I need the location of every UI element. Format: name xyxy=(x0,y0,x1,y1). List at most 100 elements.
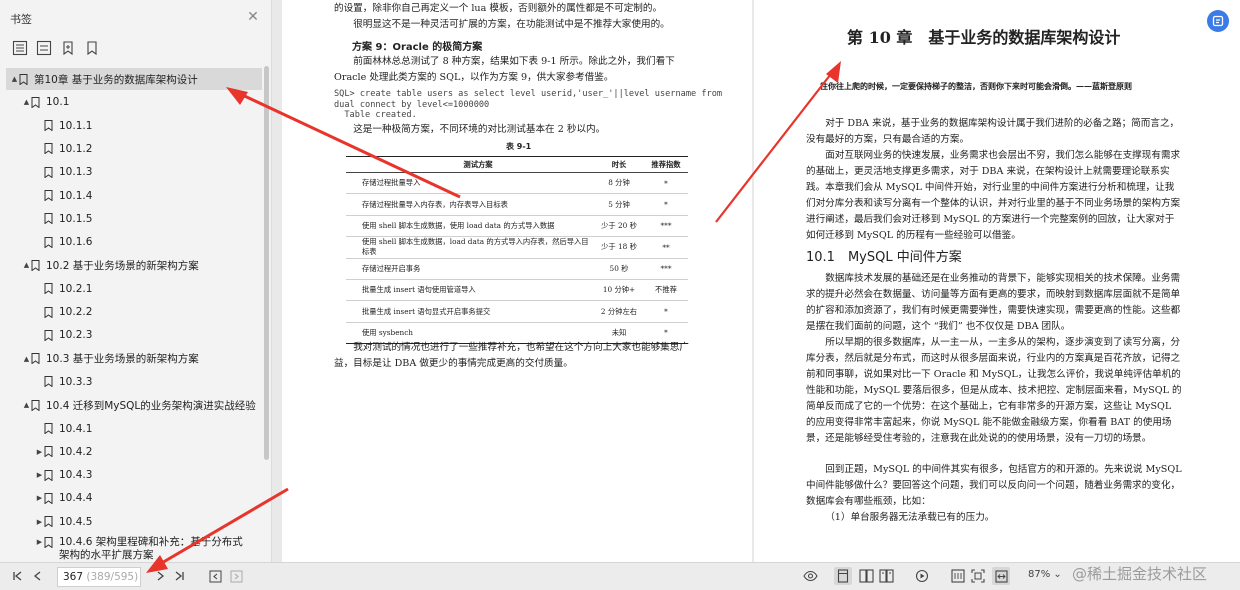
table-row: 使用 shell 脚本生成数据，load data 的方式导入内存表，然后导入目… xyxy=(346,236,688,259)
bookmark-label: 10.4.5 xyxy=(59,515,93,528)
expand-toggle-icon[interactable]: ▶ xyxy=(35,494,44,502)
fit-page-icon[interactable] xyxy=(970,568,986,584)
bookmark-item[interactable]: ▶ 10.4.5 xyxy=(0,511,262,533)
bookmark-item[interactable]: ▲ 第10章 基于业务的数据库架构设计 xyxy=(6,68,262,90)
table-cell: 批量生成 insert 语句显式开启事务提交 xyxy=(346,300,594,323)
expand-toggle-icon[interactable]: ▶ xyxy=(35,448,44,456)
bookmark-icon xyxy=(44,143,53,155)
next-page-icon[interactable] xyxy=(152,568,168,584)
table-cell: 使用 shell 脚本生成数据，load data 的方式导入内存表，然后导入目… xyxy=(346,236,594,259)
bookmark-label: 10.1 xyxy=(46,96,70,109)
bookmark-item[interactable]: ▶ 10.4.6 架构里程碑和补充：基于分布式架构的水平扩展方案 xyxy=(0,534,262,562)
bookmark-item[interactable]: 10.2.3 xyxy=(0,324,262,346)
table-header-row: 测试方案 时长 推荐指数 xyxy=(346,156,688,173)
bookmark-item[interactable]: ▲ 10.3 基于业务场景的新架构方案 xyxy=(0,348,262,370)
expand-toggle-icon[interactable]: ▲ xyxy=(22,261,31,269)
chapter-title: 第 10 章 基于业务的数据库架构设计 xyxy=(847,28,1121,47)
table-cell: * xyxy=(644,300,688,323)
expand-toggle-icon[interactable]: ▲ xyxy=(22,98,31,106)
table-cell: 少于 20 秒 xyxy=(594,215,644,238)
bookmark-icon xyxy=(44,190,53,201)
bookmark-icon xyxy=(31,96,40,108)
bookmark-item[interactable]: ▲ 10.2 基于业务场景的新架构方案 xyxy=(0,254,262,276)
expand-toggle-icon[interactable]: ▶ xyxy=(35,538,44,546)
bookmark-item[interactable]: 10.3.3 xyxy=(0,371,262,393)
assistant-icon xyxy=(1212,15,1224,27)
list-item: （1）单台服务器无法承载已有的压力。 xyxy=(825,512,995,523)
close-icon[interactable]: ✕ xyxy=(246,10,260,24)
table-row: 批量生成 insert 语句显式开启事务提交 2 分钟左右 * xyxy=(346,300,688,323)
bookmark-item[interactable]: 10.4.1 xyxy=(0,418,262,440)
page-paragraph: 面对互联网业务的快速发展，业务需求也会层出不穷，我们怎么能够在支撑现有需求的基础… xyxy=(806,150,1181,241)
expand-toggle-icon[interactable]: ▲ xyxy=(22,355,31,363)
chevron-down-icon: ⌄ xyxy=(1053,569,1062,580)
bookmark-icon xyxy=(44,446,53,458)
zoom-level[interactable]: 87% ⌄ xyxy=(1028,569,1062,580)
left-page: 的设置，除非你自己再定义一个 lua 模板，否则额外的属性都是不可定制的。 很明… xyxy=(282,0,752,562)
bookmark-label: 10.4.6 架构里程碑和补充：基于分布式架构的水平扩展方案 xyxy=(59,536,243,561)
table-caption: 表 9-1 xyxy=(506,142,532,151)
prev-page-icon[interactable] xyxy=(30,568,46,584)
assistant-button[interactable] xyxy=(1207,10,1229,32)
expand-toggle-icon[interactable]: ▶ xyxy=(35,518,44,526)
bookmark-item[interactable]: 10.2.1 xyxy=(0,278,262,300)
bookmark-label: 10.2.2 xyxy=(59,306,93,318)
pdf-reader-window: 书签 ✕ ▲ 第10章 基于业务的数据库架构设计 ▲ 10.1 10.1.1 10.1.2… xyxy=(0,0,1240,590)
first-page-icon[interactable] xyxy=(10,568,26,584)
bookmark-icon xyxy=(31,399,40,411)
bookmark-label: 10.4.1 xyxy=(59,422,93,435)
bookmark-item[interactable]: ▶ 10.4.2 xyxy=(0,441,262,463)
bookmark-item[interactable]: 10.1.6 xyxy=(0,231,262,253)
bookmark-label: 10.3.3 xyxy=(59,375,93,388)
table-cell: *** xyxy=(644,258,688,280)
bookmark-item[interactable]: ▲ 10.1 xyxy=(0,91,262,113)
bookmark-item[interactable]: 10.1.5 xyxy=(0,208,262,230)
book-view-icon[interactable] xyxy=(878,568,894,584)
bookmark-icon xyxy=(44,469,53,481)
bookmark-icon xyxy=(31,353,40,365)
bookmark-label: 10.1.6 xyxy=(59,236,93,249)
bookmarks-sidebar: 书签 ✕ ▲ 第10章 基于业务的数据库架构设计 ▲ 10.1 10.1.1 10.1.2… xyxy=(0,0,272,562)
expand-all-icon[interactable] xyxy=(12,40,28,56)
expand-toggle-icon[interactable]: ▲ xyxy=(10,75,19,83)
bookmark-item[interactable]: ▶ 10.4.3 xyxy=(0,464,262,486)
code-block: SQL> create table users as select level … xyxy=(334,89,723,120)
table-cell: 存储过程开启事务 xyxy=(346,258,594,280)
eye-care-icon[interactable] xyxy=(802,568,818,584)
bookmark-item[interactable]: 10.1.4 xyxy=(0,185,262,207)
bookmark-item[interactable]: 10.2.2 xyxy=(0,301,262,323)
two-page-view-icon[interactable] xyxy=(858,568,874,584)
page-number-input[interactable]: 367 (389/595) xyxy=(57,567,141,587)
forward-view-icon[interactable] xyxy=(228,568,244,584)
bookmark-item[interactable]: ▶ 10.4.4 xyxy=(0,487,262,509)
bookmark-tree: ▲ 第10章 基于业务的数据库架构设计 ▲ 10.1 10.1.1 10.1.2 10.1.… xyxy=(0,66,262,562)
play-icon[interactable] xyxy=(914,568,930,584)
bookmark-item[interactable]: 10.1.2 xyxy=(0,138,262,160)
collapse-all-icon[interactable] xyxy=(36,40,52,56)
table-cell: 存储过程批量导入内存表，内存表导入目标表 xyxy=(346,193,594,216)
back-view-icon[interactable] xyxy=(207,568,223,584)
table-cell: 少于 18 秒 xyxy=(594,236,644,259)
bookmark-icon xyxy=(44,537,53,548)
table-row: 存储过程批量导入 8 分钟 * xyxy=(346,172,688,195)
bookmark-label: 10.1.2 xyxy=(59,142,93,155)
bookmark-icon xyxy=(44,329,53,341)
sidebar-scrollbar[interactable] xyxy=(264,66,269,460)
page-paragraph: 前面林林总总测试了 8 种方案，结果如下表 9-1 所示。除此之外，我们看下 O… xyxy=(334,56,675,83)
bookmark-item[interactable]: ▲ 10.4 迁移到MySQL的业务架构演进实战经验 xyxy=(0,394,262,416)
expand-toggle-icon[interactable]: ▶ xyxy=(35,471,44,479)
bookmark-icon xyxy=(44,283,53,295)
bookmark-icon xyxy=(19,73,28,85)
bookmark-icon[interactable] xyxy=(84,40,100,56)
actual-size-icon[interactable] xyxy=(950,568,966,584)
last-page-icon[interactable] xyxy=(171,568,187,584)
page-paragraph: 我对测试的情况也进行了一些推荐补充，也希望在这个方向上大家也能够集思广益，目标是… xyxy=(334,342,689,369)
add-bookmark-icon[interactable] xyxy=(60,40,76,56)
bookmark-item[interactable]: 10.1.1 xyxy=(0,115,262,137)
expand-toggle-icon[interactable]: ▲ xyxy=(22,401,31,409)
single-page-view-icon[interactable] xyxy=(834,567,852,585)
bookmark-item[interactable]: 10.1.3 xyxy=(0,161,262,183)
fit-width-icon[interactable] xyxy=(992,567,1010,585)
bookmark-icon xyxy=(44,492,53,504)
bookmark-label: 10.4 迁移到MySQL的业务架构演进实战经验 xyxy=(46,399,256,412)
